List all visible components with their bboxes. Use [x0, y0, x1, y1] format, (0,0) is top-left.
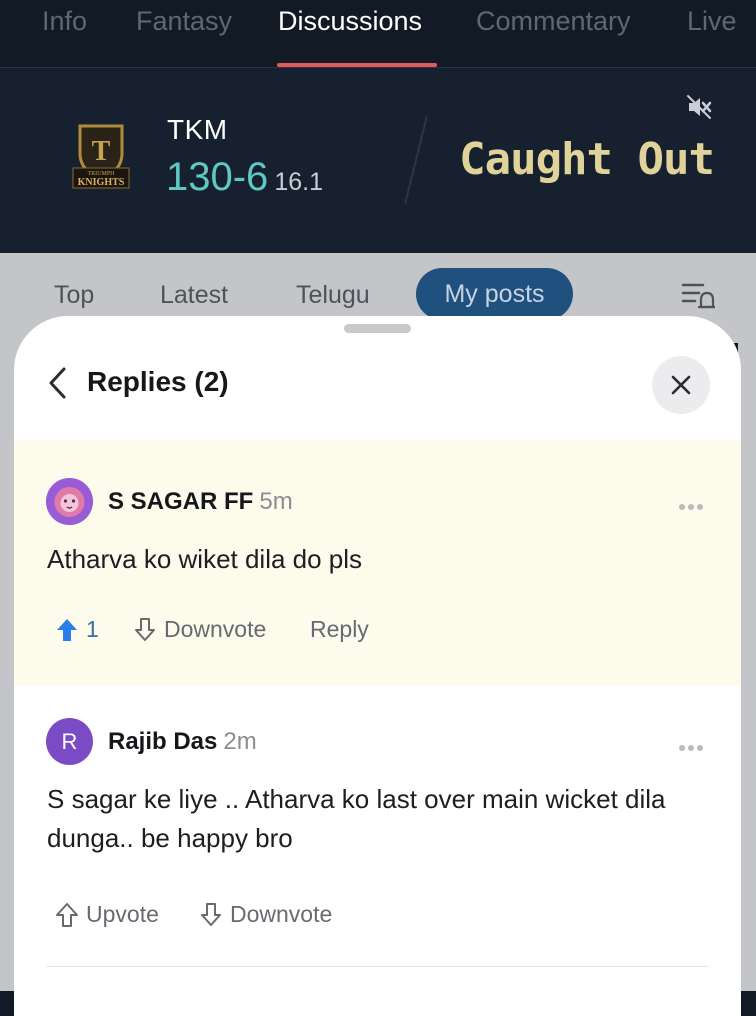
- notification-filter-icon[interactable]: [681, 281, 717, 311]
- tab-commentary[interactable]: Commentary: [476, 6, 631, 37]
- back-chevron-icon[interactable]: [46, 366, 68, 400]
- score-overs: 16.1: [274, 168, 323, 196]
- downvote-arrow-icon: [201, 902, 221, 926]
- filter-latest[interactable]: Latest: [160, 281, 228, 310]
- reply-time: 2m: [223, 728, 257, 755]
- author-name[interactable]: S SAGAR FF: [108, 488, 253, 515]
- team-name: TKM: [167, 114, 228, 145]
- upvote-count: 1: [86, 616, 99, 642]
- sheet-grabber[interactable]: [344, 324, 411, 333]
- sheet-title: Replies (2): [87, 366, 229, 397]
- avatar-letter: R: [61, 728, 78, 754]
- match-status: Caught Out: [459, 134, 715, 185]
- reply-label: Reply: [310, 616, 369, 642]
- downvote-button[interactable]: Downvote: [134, 616, 266, 643]
- reply-time: 5m: [259, 488, 293, 515]
- more-options-icon[interactable]: [678, 498, 704, 510]
- mute-icon[interactable]: [686, 94, 712, 120]
- replies-sheet: Replies (2) S SAGAR FF 5m Atharva ko wike…: [14, 316, 741, 1016]
- top-tab-bar: Info Fantasy Discussions Commentary Live: [0, 0, 756, 68]
- score-runs: 130-6: [166, 155, 269, 199]
- more-options-icon[interactable]: [678, 739, 704, 751]
- lion-icon: [46, 478, 93, 525]
- upvote-arrow-icon: [57, 618, 77, 641]
- user-avatar[interactable]: R: [46, 718, 93, 765]
- filter-my-posts[interactable]: My posts: [416, 268, 573, 320]
- active-tab-indicator: [277, 63, 437, 67]
- downvote-button[interactable]: Downvote: [200, 901, 332, 928]
- downvote-arrow-icon: [135, 617, 155, 641]
- divider: [46, 966, 708, 967]
- tab-live[interactable]: Live: [687, 6, 737, 37]
- reply-author[interactable]: S SAGAR FF 5m: [108, 488, 293, 516]
- team-score: 130-6 16.1: [166, 155, 323, 200]
- upvote-button[interactable]: Upvote: [56, 901, 159, 928]
- tab-fantasy[interactable]: Fantasy: [136, 6, 232, 37]
- reply-item: S SAGAR FF 5m Atharva ko wiket dila do pl…: [14, 440, 741, 686]
- reply-item: R Rajib Das 2m S sagar ke liye .. Atharva…: [14, 686, 741, 976]
- tab-discussions[interactable]: Discussions: [278, 6, 422, 37]
- filter-top[interactable]: Top: [54, 281, 94, 310]
- author-name[interactable]: Rajib Das: [108, 728, 217, 755]
- close-button[interactable]: [652, 356, 710, 414]
- upvote-arrow-icon: [56, 902, 78, 927]
- user-avatar[interactable]: [46, 478, 93, 525]
- upvote-label: Upvote: [86, 901, 159, 927]
- team-logo: T TRIUMPH KNIGHTS: [72, 124, 130, 190]
- downvote-label: Downvote: [164, 616, 267, 642]
- reply-author[interactable]: Rajib Das 2m: [108, 728, 257, 756]
- reply-text: S sagar ke liye .. Atharva ko last over …: [47, 784, 666, 853]
- svg-text:T: T: [92, 136, 111, 167]
- downvote-label: Downvote: [230, 901, 333, 927]
- close-icon: [671, 375, 691, 395]
- logo-line2: KNIGHTS: [78, 177, 125, 188]
- tab-info[interactable]: Info: [42, 6, 87, 37]
- filter-telugu[interactable]: Telugu: [296, 281, 370, 310]
- reply-button[interactable]: Reply: [310, 616, 369, 643]
- upvote-button[interactable]: 1: [56, 616, 99, 643]
- reply-text: Atharva ko wiket dila do pls: [47, 544, 363, 574]
